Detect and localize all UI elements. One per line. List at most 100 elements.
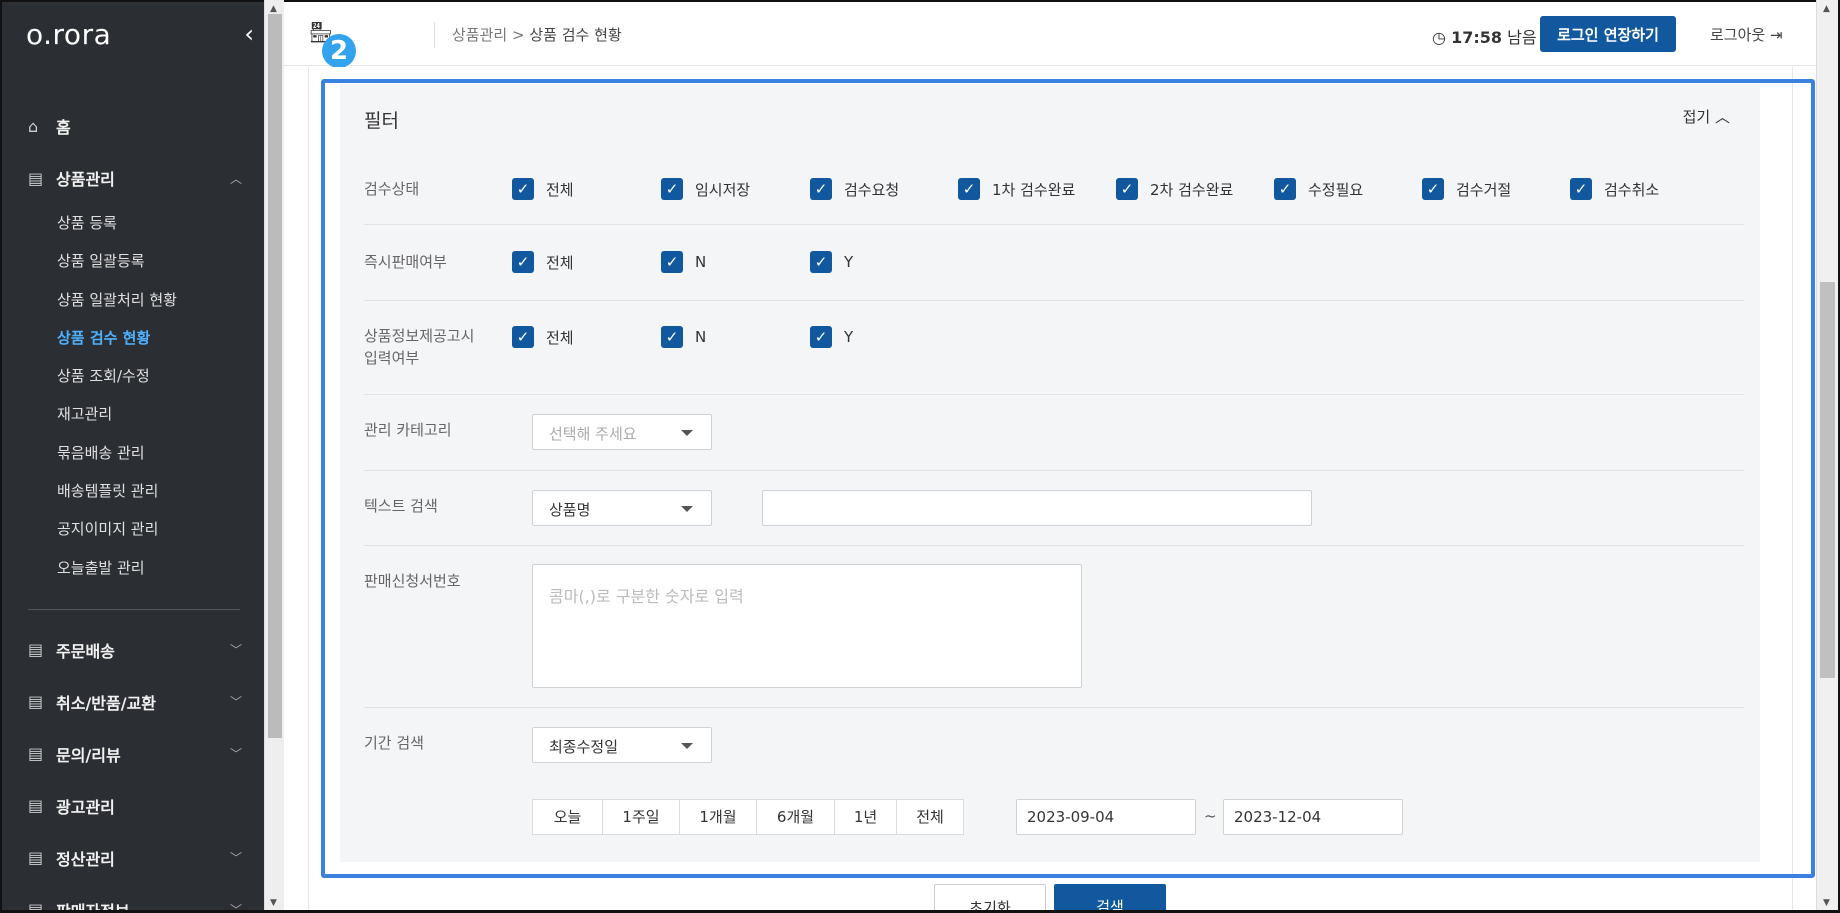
sidebar-item-label: 문의/리뷰: [56, 745, 121, 765]
sidebar-scrollbar[interactable]: ▲ ▼: [264, 0, 284, 913]
document-icon: ▤: [28, 796, 44, 816]
checkmark-icon: ✓: [1422, 178, 1444, 200]
checkbox-label: 검수거절: [1456, 180, 1512, 199]
chevron-down-icon: ﹀: [229, 851, 242, 866]
sidebar-item-order-shipping[interactable]: ▤ 주문배송 ﹀: [2, 624, 264, 676]
sidebar-item-label: 광고관리: [56, 797, 115, 817]
sidebar-item-settlement[interactable]: ▤ 정산관리 ﹀: [2, 832, 264, 884]
instant-sale-y-checkbox[interactable]: ✓ Y: [810, 251, 853, 273]
category-select[interactable]: 선택해 주세요: [532, 414, 712, 450]
scroll-up-arrow-icon[interactable]: ▲: [1823, 4, 1830, 14]
sidebar-item-home[interactable]: ⌂ 홈: [2, 100, 264, 152]
caret-down-icon: [681, 430, 693, 436]
breadcrumb-parent[interactable]: 상품관리: [452, 26, 507, 44]
sidebar-subitem-product-register[interactable]: 상품 등록: [57, 204, 264, 242]
scrollbar-thumb[interactable]: [268, 14, 282, 738]
timer-suffix: 남음: [1507, 28, 1537, 47]
sidebar-subitem-notice-image[interactable]: 공지이미지 관리: [57, 510, 264, 548]
application-number-textarea[interactable]: 콤마(,)로 구분한 숫자로 입력: [532, 564, 1082, 688]
breadcrumb-current: 상품 검수 현황: [529, 26, 622, 44]
sidebar-subitem-bulk-status[interactable]: 상품 일괄처리 현황: [57, 281, 264, 319]
product-notice-y-checkbox[interactable]: ✓ Y: [810, 326, 853, 348]
sidebar-header: o.rora ‹: [2, 2, 264, 66]
product-notice-label: 상품정보제공고시 입력여부: [364, 325, 474, 369]
period-6month-button[interactable]: 6개월: [757, 800, 835, 834]
inspection-all-checkbox[interactable]: ✓ 전체: [512, 178, 574, 200]
sidebar-subitem-product-search-edit[interactable]: 상품 조회/수정: [57, 357, 264, 395]
period-1week-button[interactable]: 1주일: [603, 800, 680, 834]
checkmark-icon: ✓: [661, 326, 683, 348]
sidebar-nav: ⌂ 홈 ▤ 상품관리 ︿ 상품 등록 상품 일괄등록 상품 일괄처리 현황 상품…: [2, 66, 264, 913]
instant-sale-n-checkbox[interactable]: ✓ N: [661, 251, 706, 273]
checkbox-label: Y: [844, 328, 854, 346]
period-label: 기간 검색: [364, 734, 424, 752]
period-today-button[interactable]: 오늘: [533, 800, 603, 834]
inspection-cancelled-checkbox[interactable]: ✓ 검수취소: [1570, 178, 1659, 200]
text-search-type-select[interactable]: 상품명: [532, 490, 712, 526]
checkmark-icon: ✓: [512, 178, 534, 200]
sidebar-subitem-inspection-status[interactable]: 상품 검수 현황: [57, 319, 264, 357]
inspection-temp-saved-checkbox[interactable]: ✓ 임시저장: [661, 178, 750, 200]
checkmark-icon: ✓: [810, 251, 832, 273]
scroll-down-arrow-icon[interactable]: ▼: [270, 898, 277, 908]
text-search-input[interactable]: [762, 490, 1312, 526]
period-type-select[interactable]: 최종수정일: [532, 727, 712, 763]
reset-button[interactable]: 초기화: [934, 884, 1046, 913]
top-bar: 🏪︎ 2 상품관리 > 상품 검수 현황 ◷ 17:58 남음 로그인 연장하기…: [284, 2, 1820, 68]
inspection-second-done-checkbox[interactable]: ✓ 2차 검수완료: [1116, 178, 1233, 200]
scrollbar-thumb[interactable]: [1820, 282, 1835, 678]
checkbox-label: Y: [844, 253, 854, 271]
period-all-button[interactable]: 전체: [897, 800, 963, 834]
sidebar-divider: [28, 608, 240, 610]
document-icon: ▤: [28, 848, 44, 868]
instant-sale-label: 즉시판매여부: [364, 253, 447, 271]
chevron-down-icon: ﹀: [229, 695, 242, 710]
sidebar-subitem-bulk-register[interactable]: 상품 일괄등록: [57, 242, 264, 280]
chevron-up-icon: ︿: [1714, 108, 1730, 126]
checkbox-label: 2차 검수완료: [1150, 180, 1234, 199]
inspection-needs-edit-checkbox[interactable]: ✓ 수정필요: [1274, 178, 1363, 200]
checkbox-label: 전체: [546, 253, 574, 272]
caret-down-icon: [681, 506, 693, 512]
search-button[interactable]: 검색: [1054, 884, 1166, 913]
document-icon: ▤: [28, 640, 44, 660]
sidebar-subitem-bundle-shipping[interactable]: 묶음배송 관리: [57, 434, 264, 472]
textarea-placeholder: 콤마(,)로 구분한 숫자로 입력: [549, 587, 744, 606]
scroll-up-arrow-icon[interactable]: ▲: [270, 4, 277, 14]
extend-login-button[interactable]: 로그인 연장하기: [1540, 16, 1676, 52]
divider: [434, 22, 435, 48]
period-1month-button[interactable]: 1개월: [680, 800, 757, 834]
page-scrollbar[interactable]: ▲ ▼: [1816, 0, 1838, 913]
product-notice-n-checkbox[interactable]: ✓ N: [661, 326, 706, 348]
period-1year-button[interactable]: 1년: [835, 800, 897, 834]
inspection-first-done-checkbox[interactable]: ✓ 1차 검수완료: [958, 178, 1075, 200]
checkmark-icon: ✓: [958, 178, 980, 200]
sidebar: o.rora ‹ ⌂ 홈 ▤ 상품관리 ︿ 상품 등록 상품 일괄등록 상품 일…: [0, 0, 264, 913]
sidebar-subitem-today-shipping[interactable]: 오늘출발 관리: [57, 549, 264, 587]
fold-toggle[interactable]: 접기 ︿: [1683, 106, 1730, 127]
inspection-rejected-checkbox[interactable]: ✓ 검수거절: [1422, 178, 1511, 200]
instant-sale-all-checkbox[interactable]: ✓ 전체: [512, 251, 574, 273]
session-timer: ◷ 17:58 남음: [1432, 24, 1537, 48]
start-date-input[interactable]: 2023-09-04: [1016, 799, 1196, 835]
category-label: 관리 카테고리: [364, 421, 452, 439]
sidebar-item-seller-info[interactable]: ▤ 판매자정보 ﹀: [2, 884, 264, 913]
end-date-input[interactable]: 2023-12-04: [1223, 799, 1403, 835]
sidebar-item-inquiry-review[interactable]: ▤ 문의/리뷰 ﹀: [2, 728, 264, 780]
logo: o.rora: [26, 17, 112, 51]
scroll-down-arrow-icon[interactable]: ▼: [1823, 898, 1830, 908]
logout-button[interactable]: 로그아웃 ⇥: [1710, 24, 1783, 45]
inspection-requested-checkbox[interactable]: ✓ 검수요청: [810, 178, 899, 200]
checkmark-icon: ✓: [512, 251, 534, 273]
product-notice-all-checkbox[interactable]: ✓ 전체: [512, 326, 574, 348]
sidebar-item-label: 홈: [56, 118, 71, 137]
period-row: 기간 검색 최종수정일 오늘 1주일 1개월 6개월 1년 전체 2023-09…: [364, 708, 1744, 858]
sidebar-item-advertising[interactable]: ▤ 광고관리: [2, 780, 264, 832]
sidebar-subitem-inventory[interactable]: 재고관리: [57, 395, 264, 433]
checkmark-icon: ✓: [661, 178, 683, 200]
sidebar-item-product-management[interactable]: ▤ 상품관리 ︿: [2, 152, 264, 204]
collapse-sidebar-icon[interactable]: ‹: [244, 20, 254, 48]
sidebar-item-cancel-return[interactable]: ▤ 취소/반품/교환 ﹀: [2, 676, 264, 728]
sidebar-subitem-shipping-template[interactable]: 배송템플릿 관리: [57, 472, 264, 510]
checkmark-icon: ✓: [512, 326, 534, 348]
